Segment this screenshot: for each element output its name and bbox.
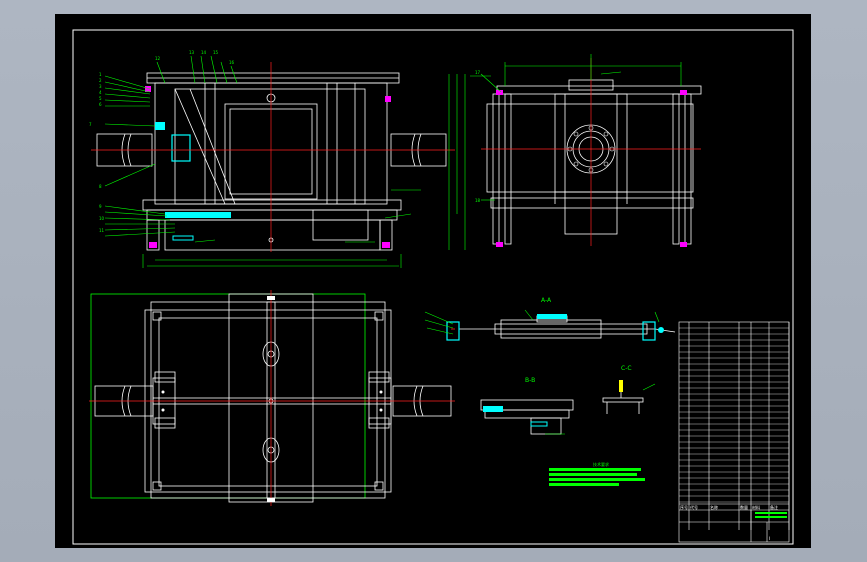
svg-text:12: 12 <box>155 56 161 61</box>
bom-rows: 序号 代号 名称 数量 材料 备注 <box>679 327 789 510</box>
front-view-cyan-parts <box>145 86 391 248</box>
svg-text:6: 6 <box>99 102 102 107</box>
svg-text:16: 16 <box>229 60 235 65</box>
svg-text:14: 14 <box>201 50 207 55</box>
bom-header-cell: 备注 <box>770 504 778 510</box>
side-elevation-view <box>486 79 702 245</box>
bom-header-cell: 材料 <box>752 504 760 510</box>
bom-header-cell: 序号 <box>680 504 688 510</box>
svg-text:8: 8 <box>99 184 102 189</box>
notes-title: 技术要求 <box>593 461 609 467</box>
section-label-mid: B-B <box>525 377 535 384</box>
svg-text:1: 1 <box>99 72 102 77</box>
bom-header-cell: 数量 <box>740 504 748 510</box>
title-block-number: I <box>769 536 770 541</box>
front-view-dimensions <box>104 55 491 268</box>
cad-viewport[interactable]: 1 2 3 4 5 6 7 8 9 10 11 12 13 14 15 16 1… <box>0 0 867 562</box>
section-label-right: C-C <box>621 365 632 372</box>
detail-view-lower-cyan <box>483 406 548 427</box>
side-view-callout: 18 <box>475 198 481 203</box>
side-view-callout: 17 <box>475 70 481 75</box>
technical-notes: 技术要求 <box>549 461 645 486</box>
bom-header-cell: 名称 <box>710 504 718 510</box>
svg-text:10: 10 <box>99 216 105 221</box>
svg-text:4: 4 <box>99 90 102 95</box>
detail-view-hook-leaders <box>642 383 656 391</box>
svg-text:15: 15 <box>213 50 219 55</box>
svg-text:11: 11 <box>99 228 105 233</box>
svg-text:9: 9 <box>99 204 102 209</box>
detail-view-lower <box>480 399 574 435</box>
svg-text:7: 7 <box>89 122 92 127</box>
front-elevation-view <box>96 72 447 251</box>
drawing-sheet: 1 2 3 4 5 6 7 8 9 10 11 12 13 14 15 16 1… <box>55 14 811 548</box>
section-assembly-cyan <box>446 314 664 341</box>
svg-text:2: 2 <box>99 78 102 83</box>
detail-view-hook-yellow <box>619 380 623 392</box>
svg-text:3: 3 <box>99 84 102 89</box>
side-view-colored-parts <box>496 90 687 247</box>
svg-text:5: 5 <box>99 96 102 101</box>
svg-text:13: 13 <box>189 50 195 55</box>
drawing-canvas: 1 2 3 4 5 6 7 8 9 10 11 12 13 14 15 16 1… <box>72 29 794 545</box>
bom-header-cell: 代号 <box>690 504 698 510</box>
section-label-top: A-A <box>541 297 552 304</box>
title-block-yellow <box>755 512 787 518</box>
